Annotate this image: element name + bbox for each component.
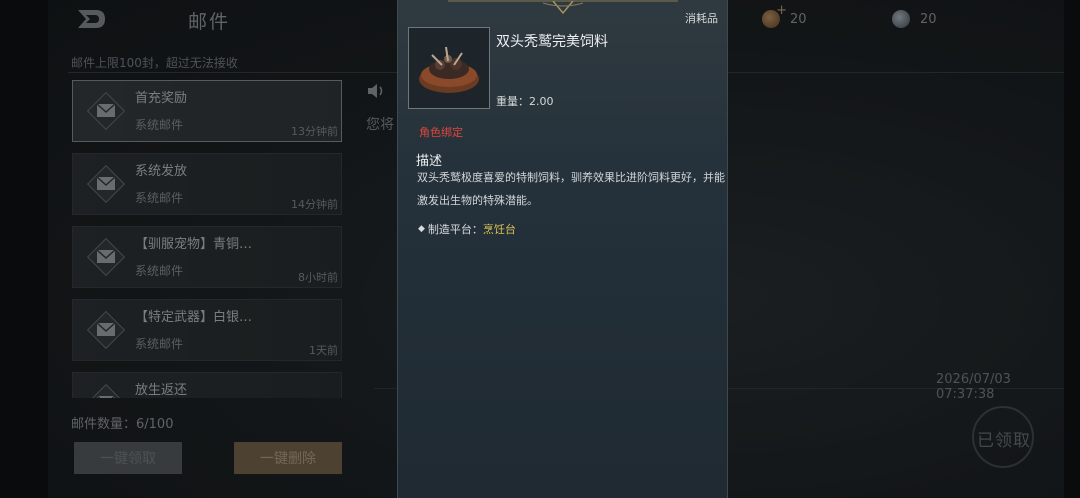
diamond-bullet-icon: ◆ bbox=[418, 224, 425, 234]
bind-tag: 角色绑定 bbox=[419, 126, 463, 139]
feed-bowl-icon bbox=[419, 46, 479, 93]
item-name: 双头秃鹫完美饲料 bbox=[496, 34, 608, 50]
description-line: 激发出生物的特殊潜能。 bbox=[417, 194, 538, 207]
left-black-bar bbox=[0, 0, 48, 498]
craft-station-row: ◆ 制造平台： 烹饪台 bbox=[418, 221, 516, 237]
description-line: 双头秃鹫极度喜爱的特制饲料，驯养效果比进阶饲料更好，并能 bbox=[417, 171, 725, 184]
ornament-icon bbox=[448, 0, 678, 15]
item-tooltip: 消耗品 双头秃鹫完美饲料 重量：2.00 角色绑定 描述 双头秃鹫极度喜爱的特制… bbox=[397, 0, 728, 498]
craft-station-value: 烹饪台 bbox=[482, 223, 516, 236]
item-type: 消耗品 bbox=[685, 12, 718, 25]
craft-station-label: 制造平台： bbox=[427, 223, 483, 236]
item-icon-frame bbox=[408, 27, 490, 109]
right-black-bar bbox=[1064, 0, 1080, 498]
item-weight: 重量：2.00 bbox=[496, 95, 554, 108]
description-heading: 描述 bbox=[416, 154, 443, 169]
